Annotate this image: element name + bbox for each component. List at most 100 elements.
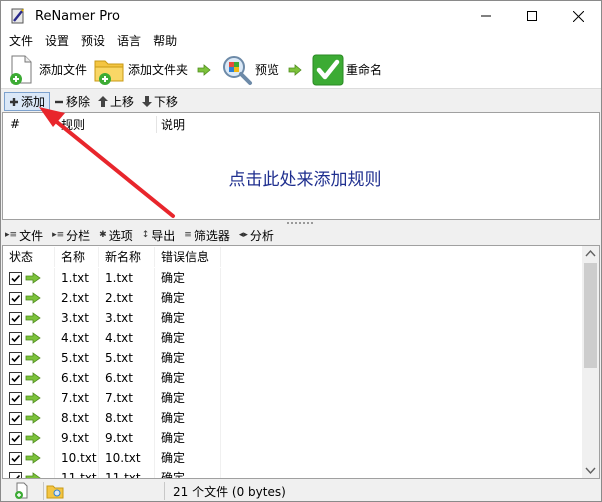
file-name: 9.txt — [55, 428, 99, 448]
dropdown-icon: ▸≡ — [52, 230, 65, 240]
export-menu-label: 导出 — [151, 228, 176, 243]
status-bar: 21 个文件 (0 bytes) — [1, 480, 601, 501]
include-checkbox[interactable] — [9, 331, 22, 345]
col-status[interactable]: 状态 — [3, 247, 55, 267]
scroll-down-icon[interactable] — [582, 463, 599, 478]
file-row[interactable]: 5.txt 5.txt 确定 — [3, 348, 583, 368]
include-checkbox[interactable] — [9, 451, 22, 465]
arrow-right-icon — [25, 312, 41, 324]
include-checkbox[interactable] — [9, 311, 22, 325]
col-new-name[interactable]: 新名称 — [99, 247, 155, 267]
checkmark-icon — [11, 314, 21, 322]
filter-menu-button[interactable]: ≡ 筛选器 — [184, 227, 230, 244]
status-separator — [164, 482, 165, 500]
file-error: 确定 — [155, 428, 221, 448]
col-error[interactable]: 错误信息 — [155, 247, 221, 267]
include-checkbox[interactable] — [9, 271, 22, 285]
file-new-name: 3.txt — [99, 308, 155, 328]
rename-button[interactable]: 重命名 — [308, 52, 385, 88]
arrow-right-icon — [25, 412, 41, 424]
file-row[interactable]: 1.txt 1.txt 确定 — [3, 268, 583, 288]
rules-list[interactable]: # 规则 说明 点击此处来添加规则 — [2, 112, 600, 220]
add-folders-button[interactable]: 添加文件夹 — [90, 52, 191, 88]
file-name: 1.txt — [55, 268, 99, 288]
minimize-button[interactable] — [463, 1, 509, 31]
file-name: 3.txt — [55, 308, 99, 328]
file-new-name: 11.txt — [99, 468, 155, 478]
rename-label: 重命名 — [346, 63, 383, 77]
plus-icon — [10, 97, 18, 106]
add-file-small-icon — [15, 482, 28, 499]
file-new-name: 4.txt — [99, 328, 155, 348]
export-menu-button[interactable]: ↕ 导出 — [142, 227, 176, 244]
analyze-menu-label: 分析 — [249, 228, 274, 243]
menu-help[interactable]: 帮助 — [147, 31, 183, 51]
file-row[interactable]: 9.txt 9.txt 确定 — [3, 428, 583, 448]
status-add-folder[interactable] — [44, 482, 164, 500]
include-checkbox[interactable] — [9, 291, 22, 305]
include-checkbox[interactable] — [9, 471, 22, 478]
move-up-button[interactable]: 上移 — [94, 92, 138, 111]
include-checkbox[interactable] — [9, 411, 22, 425]
rules-col-rule[interactable]: 规则 — [57, 115, 157, 133]
move-down-button[interactable]: 下移 — [138, 92, 182, 111]
file-row[interactable]: 11.txt 11.txt 确定 — [3, 468, 583, 478]
files-menu-button[interactable]: ▸≡ 文件 — [5, 227, 43, 244]
options-menu-button[interactable]: ✱ 选项 — [99, 227, 133, 244]
vertical-scrollbar[interactable] — [582, 246, 599, 478]
include-checkbox[interactable] — [9, 431, 22, 445]
menu-language[interactable]: 语言 — [111, 31, 147, 51]
menu-file[interactable]: 文件 — [3, 31, 39, 51]
status-cell — [3, 368, 55, 388]
file-error: 确定 — [155, 328, 221, 348]
col-name[interactable]: 名称 — [55, 247, 99, 267]
maximize-button[interactable] — [509, 1, 555, 31]
remove-rule-button[interactable]: 移除 — [50, 92, 94, 111]
file-row[interactable]: 6.txt 6.txt 确定 — [3, 368, 583, 388]
scrollbar-thumb[interactable] — [584, 263, 597, 368]
file-row[interactable]: 4.txt 4.txt 确定 — [3, 328, 583, 348]
include-checkbox[interactable] — [9, 371, 22, 385]
checkmark-icon — [11, 434, 21, 442]
filter-menu-label: 筛选器 — [193, 228, 230, 243]
include-checkbox[interactable] — [9, 391, 22, 405]
close-button[interactable] — [555, 1, 601, 31]
file-error: 确定 — [155, 348, 221, 368]
status-cell — [3, 348, 55, 368]
rules-col-number[interactable]: # — [3, 117, 57, 131]
add-file-icon — [4, 53, 38, 87]
scroll-up-icon[interactable] — [582, 246, 599, 261]
analyze-menu-button[interactable]: ◂▸ 分析 — [239, 227, 274, 244]
columns-menu-label: 分栏 — [66, 228, 91, 243]
menu-presets[interactable]: 预设 — [75, 31, 111, 51]
add-files-label: 添加文件 — [39, 63, 88, 77]
maximize-icon — [527, 11, 537, 21]
main-toolbar: 添加文件 添加文件夹 预览 重命名 — [1, 51, 601, 89]
rules-col-description[interactable]: 说明 — [157, 116, 185, 133]
file-new-name: 6.txt — [99, 368, 155, 388]
include-checkbox[interactable] — [9, 351, 22, 365]
add-rule-hint[interactable]: 点击此处来添加规则 — [3, 165, 599, 190]
file-row[interactable]: 10.txt 10.txt 确定 — [3, 448, 583, 468]
columns-menu-button[interactable]: ▸≡ 分栏 — [52, 227, 90, 244]
file-name: 4.txt — [55, 328, 99, 348]
arrow-right-icon — [25, 332, 41, 344]
add-rule-button[interactable]: 添加 — [4, 92, 51, 111]
menu-settings[interactable]: 设置 — [39, 31, 75, 51]
file-name: 5.txt — [55, 348, 99, 368]
status-add-files[interactable] — [1, 482, 43, 500]
arrow-right-icon — [25, 452, 41, 464]
move-up-label: 上移 — [110, 95, 135, 109]
file-row[interactable]: 3.txt 3.txt 确定 — [3, 308, 583, 328]
add-files-button[interactable]: 添加文件 — [1, 52, 90, 88]
rules-header: # 规则 说明 — [3, 113, 599, 135]
status-cell — [3, 268, 55, 288]
preview-button[interactable]: 预览 — [217, 52, 282, 88]
file-row[interactable]: 2.txt 2.txt 确定 — [3, 288, 583, 308]
export-icon: ↕ — [141, 230, 150, 240]
checkmark-icon — [11, 354, 21, 362]
file-row[interactable]: 8.txt 8.txt 确定 — [3, 408, 583, 428]
file-name: 11.txt — [55, 468, 99, 478]
preview-label: 预览 — [255, 63, 280, 77]
file-row[interactable]: 7.txt 7.txt 确定 — [3, 388, 583, 408]
